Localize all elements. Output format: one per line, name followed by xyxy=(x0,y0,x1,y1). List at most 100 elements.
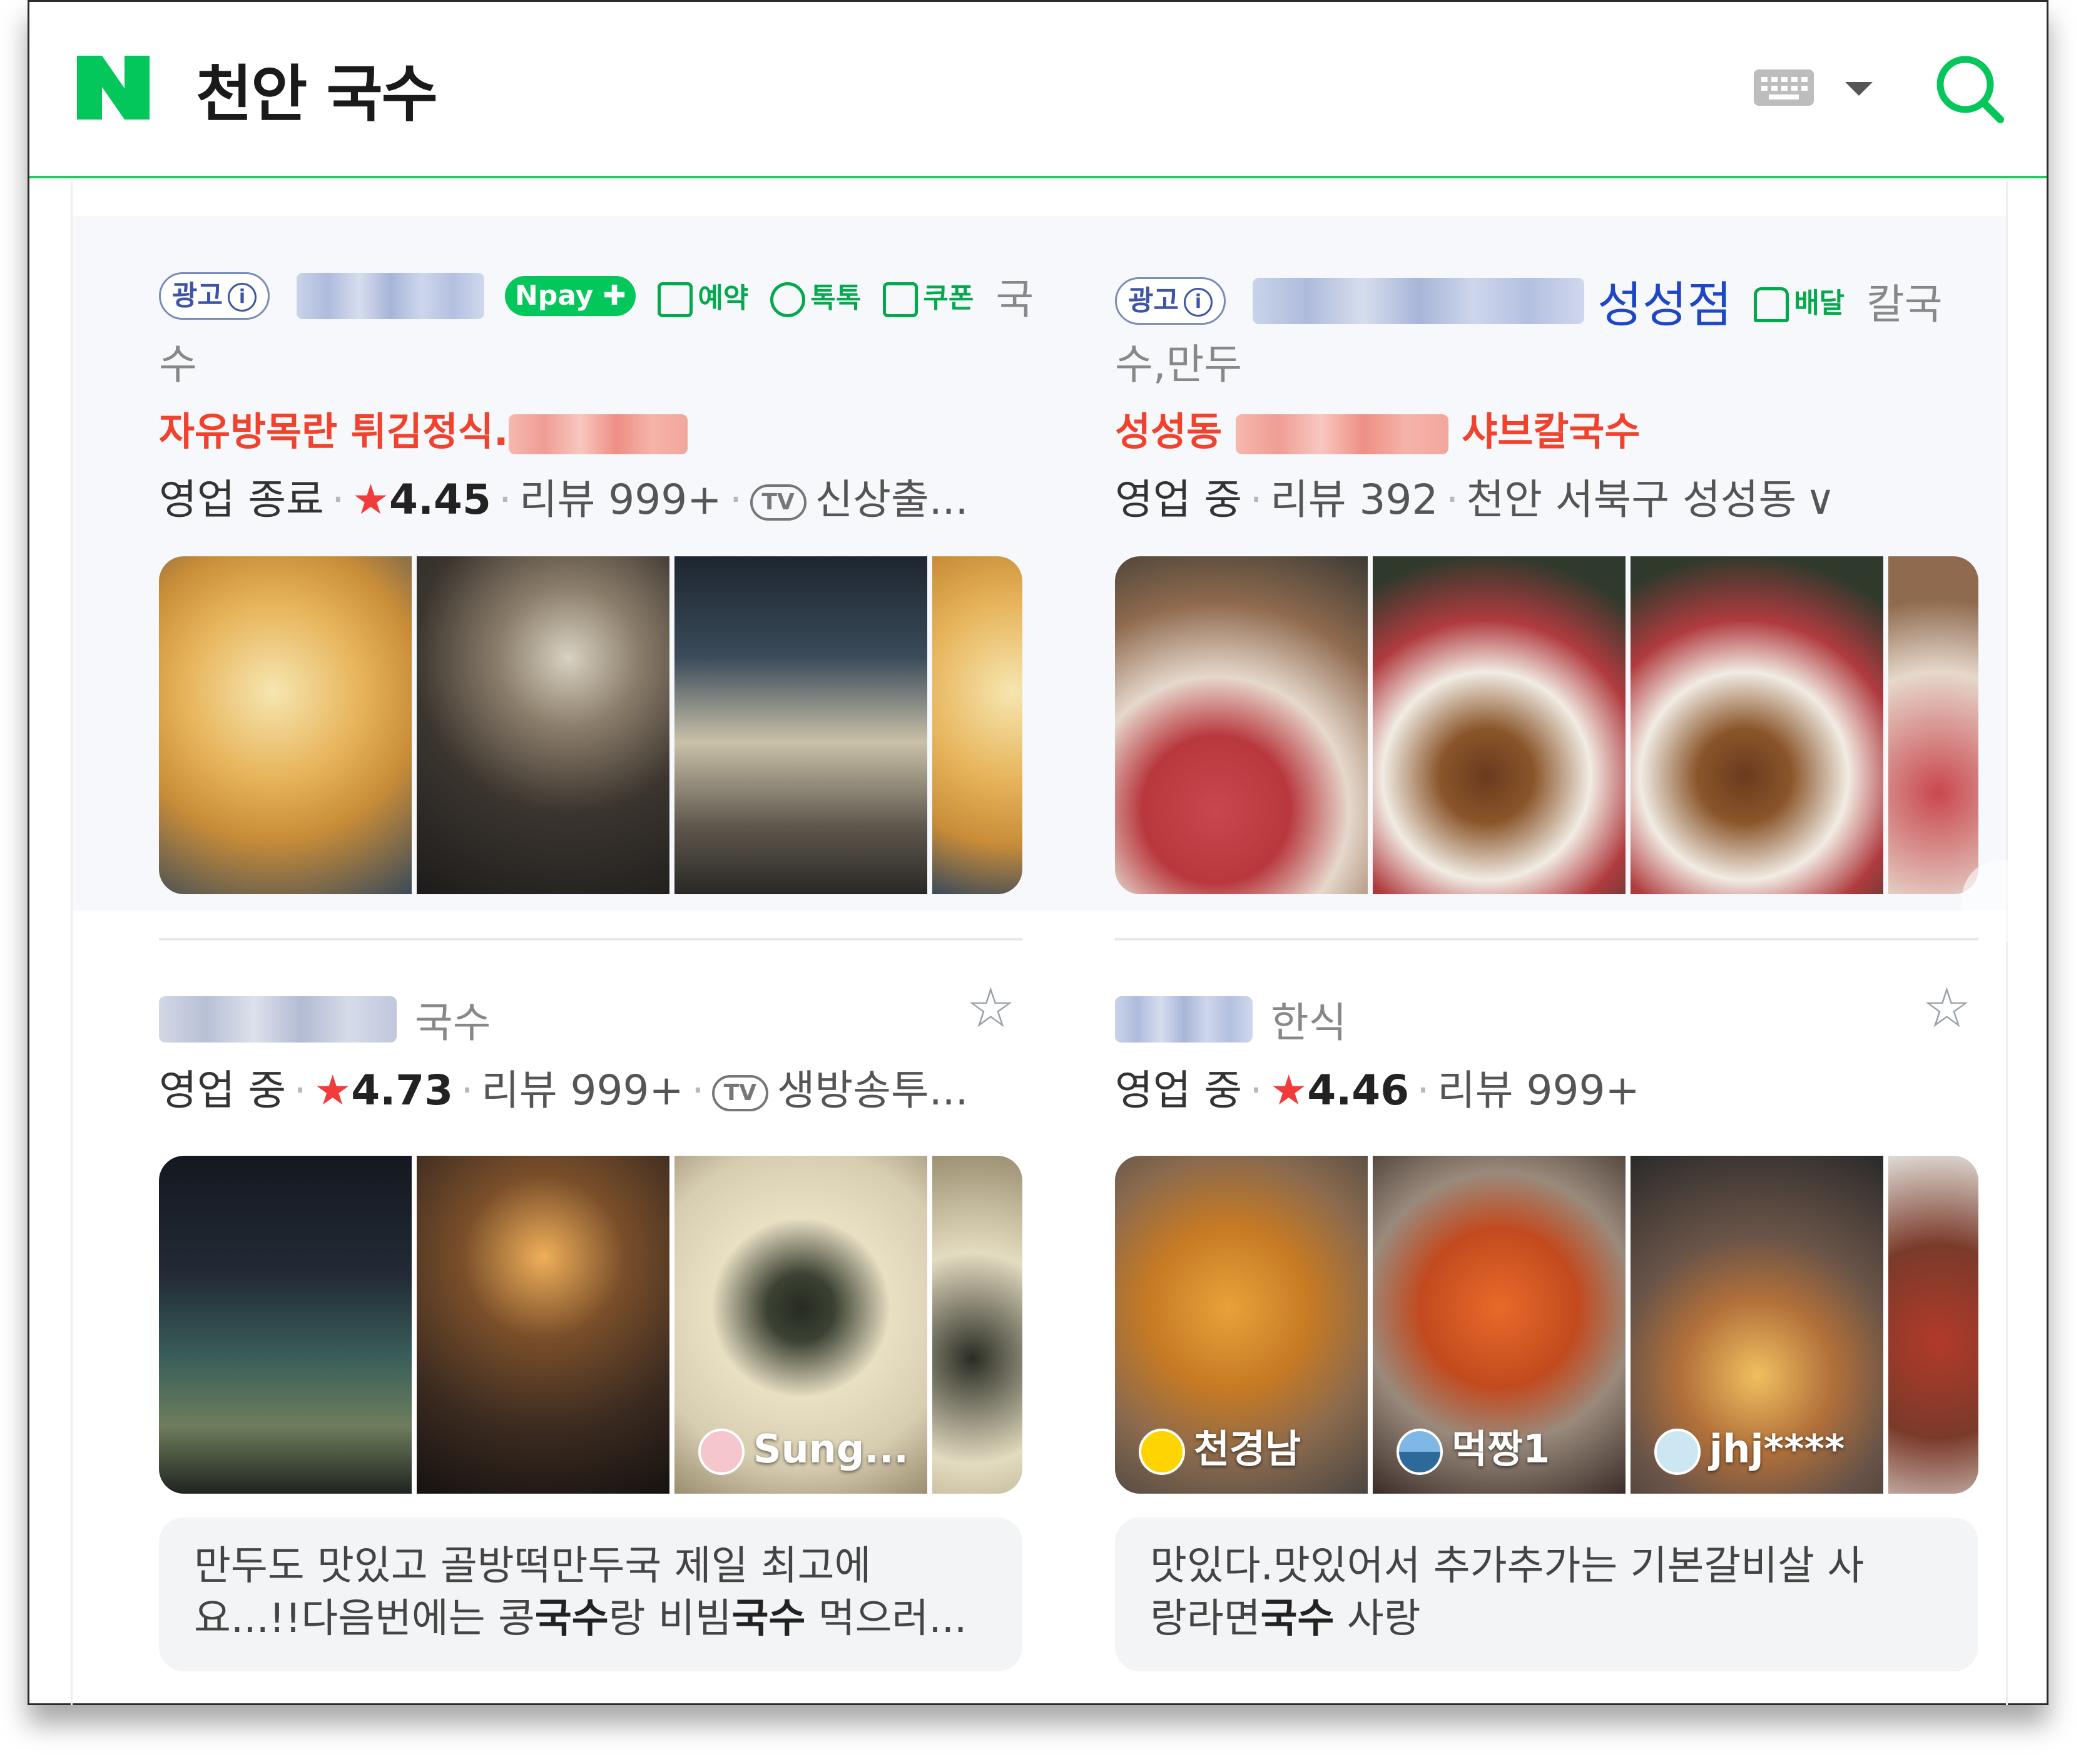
delivery-tag: 배달 xyxy=(1754,280,1844,322)
review-snippet[interactable]: 맛있다.맛있어서 추가추가는 기본갈비살 사 랑라면국수 사랑 xyxy=(1115,1517,1978,1671)
review-line-1: 만두도 맛있고 골방떡만두국 제일 최고에 xyxy=(194,1543,872,1589)
category-label: 국 xyxy=(995,275,1034,324)
place-name-blurred[interactable] xyxy=(1252,278,1584,324)
carousel-next-button[interactable] xyxy=(1962,860,2031,942)
coupon-tag: 쿠폰 xyxy=(883,275,974,317)
promo-label-2: 샤브칼국수 xyxy=(1462,409,1641,454)
review-count[interactable]: 리뷰 999+ xyxy=(481,1066,684,1114)
promo-blurred xyxy=(508,414,688,454)
photo-user-label: jhj**** xyxy=(1654,1426,1844,1475)
place-name-blurred[interactable] xyxy=(159,996,397,1043)
tv-text: 신상출... xyxy=(815,476,969,524)
search-header: 천안 국수 xyxy=(29,2,2047,178)
category-label-wrap: 수 xyxy=(159,340,197,389)
photo-user-name: jhj**** xyxy=(1709,1426,1845,1472)
photo-strip[interactable] xyxy=(1115,556,1978,894)
naver-logo[interactable] xyxy=(77,56,150,120)
photo-user-label: Sung... xyxy=(698,1426,908,1475)
review-count[interactable]: 리뷰 999+ xyxy=(519,476,722,524)
keyword-highlight: 국수 xyxy=(1260,1596,1335,1642)
promo-label: 성성동 xyxy=(1115,409,1223,454)
promo-blurred xyxy=(1235,414,1448,454)
talk-tag: 톡톡 xyxy=(770,275,861,317)
category-label: 칼국 xyxy=(1866,280,1943,329)
calendar-icon xyxy=(658,282,693,317)
npay-label: pay xyxy=(537,280,594,312)
avatar xyxy=(1139,1429,1185,1475)
ad-label: 광고 xyxy=(1128,285,1179,317)
ad-card-2-title-row: 광고 i 성성점 배달 칼국 xyxy=(1115,266,1943,336)
photo-item[interactable] xyxy=(417,556,669,894)
review-line-2: 요...!!다음번에는 콩국수랑 비빔국수 먹으러... xyxy=(194,1596,967,1642)
keyword-highlight: 국수 xyxy=(731,1596,806,1642)
meta-row: 영업 중 · 리뷰 392 · 천안 서북구 성성동 ∨ xyxy=(1115,476,1836,524)
review-count[interactable]: 리뷰 999+ xyxy=(1437,1066,1640,1114)
branch-name[interactable]: 성성점 xyxy=(1597,277,1732,334)
meta-row: 영업 종료 · ★4.45 · 리뷰 999+ · TV 신상출... xyxy=(159,476,969,524)
category-label-wrap: 수,만두 xyxy=(1115,340,1243,389)
photo-item[interactable] xyxy=(159,556,412,894)
result-title-row: 국수 xyxy=(159,989,491,1049)
review-count[interactable]: 리뷰 392 xyxy=(1270,476,1438,524)
photo-item[interactable] xyxy=(1888,1156,1978,1494)
business-status: 영업 중 xyxy=(1115,476,1243,524)
info-icon[interactable]: i xyxy=(1183,288,1213,317)
photo-item[interactable] xyxy=(1115,556,1368,894)
photo-item[interactable] xyxy=(417,1156,669,1494)
photo-item[interactable] xyxy=(932,556,1022,894)
place-name-blurred[interactable] xyxy=(296,273,484,319)
promo-text: 성성동 샤브칼국수 xyxy=(1115,400,1641,456)
tv-icon: TV xyxy=(750,484,806,521)
photo-strip[interactable]: Sung... xyxy=(159,1156,1022,1494)
photo-user-label: 천경남 xyxy=(1139,1417,1301,1475)
keyboard-icon[interactable] xyxy=(1754,69,1814,106)
talk-label: 톡톡 xyxy=(810,282,862,314)
photo-item[interactable]: Sung... xyxy=(674,1156,927,1494)
business-status: 영업 중 xyxy=(1115,1066,1243,1114)
star-icon: ★ xyxy=(314,1066,352,1114)
ad-badge[interactable]: 광고 i xyxy=(1115,277,1226,325)
info-icon[interactable]: i xyxy=(227,283,257,312)
npay-prefix: N xyxy=(514,280,538,312)
chevron-down-icon[interactable]: ∨ xyxy=(1805,476,1835,524)
favorite-star-icon[interactable]: ☆ xyxy=(1922,976,1972,1040)
caret-down-icon[interactable] xyxy=(1845,82,1873,96)
divider xyxy=(159,938,1022,941)
meta-row: 영업 중 · ★4.46 · 리뷰 999+ xyxy=(1115,1066,1640,1114)
photo-item[interactable] xyxy=(932,1156,1022,1494)
photo-item[interactable] xyxy=(674,556,927,894)
photo-strip[interactable] xyxy=(159,556,1022,894)
reserve-label: 예약 xyxy=(698,282,749,314)
photo-item[interactable] xyxy=(1888,556,1978,894)
tv-text: 생방송투... xyxy=(776,1066,969,1114)
results-area: 광고 i Npay ✚ 예약 톡톡 쿠폰 국 수 자유방목란 튀김정식. 영업 종… xyxy=(71,181,2031,1705)
favorite-star-icon[interactable]: ☆ xyxy=(966,976,1015,1040)
avatar xyxy=(698,1429,745,1475)
coupon-label: 쿠폰 xyxy=(923,282,974,314)
search-icon[interactable] xyxy=(1934,53,2007,126)
photo-item[interactable]: 천경남 xyxy=(1115,1156,1368,1494)
delivery-icon xyxy=(1754,287,1789,322)
search-query[interactable]: 천안 국수 xyxy=(196,44,438,133)
photo-item[interactable]: 먹짱1 xyxy=(1373,1156,1626,1494)
photo-item[interactable] xyxy=(1373,556,1626,894)
divider xyxy=(1115,938,1978,941)
review-snippet[interactable]: 만두도 맛있고 골방떡만두국 제일 최고에 요...!!다음번에는 콩국수랑 비… xyxy=(159,1517,1022,1671)
star-icon: ★ xyxy=(1270,1066,1308,1114)
ad-badge[interactable]: 광고 i xyxy=(159,272,270,320)
browser-frame: 천안 국수 광고 i Npay ✚ 예약 톡톡 쿠폰 국 수 자유방목란 튀김정… xyxy=(28,0,2048,1705)
rating-value: 4.73 xyxy=(351,1066,454,1114)
photo-strip[interactable]: 천경남 먹짱1 jhj**** xyxy=(1115,1156,1978,1494)
delivery-label: 배달 xyxy=(1794,287,1845,319)
star-icon: ★ xyxy=(352,476,390,524)
photo-item[interactable] xyxy=(159,1156,412,1494)
rating-value: 4.45 xyxy=(389,476,491,524)
category-label: 국수 xyxy=(414,999,491,1047)
meta-row: 영업 중 · ★4.73 · 리뷰 999+ · TV 생방송투... xyxy=(159,1066,969,1114)
ad-label: 광고 xyxy=(172,280,223,312)
place-name-blurred[interactable] xyxy=(1115,996,1253,1043)
address-text[interactable]: 천안 서북구 성성동 xyxy=(1467,476,1797,524)
photo-item[interactable]: jhj**** xyxy=(1631,1156,1883,1494)
avatar xyxy=(1397,1429,1443,1475)
photo-item[interactable] xyxy=(1631,556,1883,894)
